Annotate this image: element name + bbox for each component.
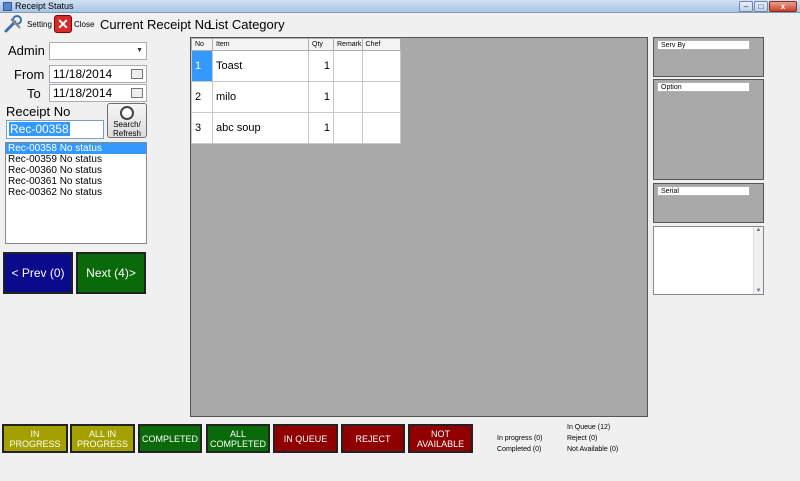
- maximize-button[interactable]: □: [754, 1, 768, 12]
- cell-no[interactable]: 1: [191, 50, 213, 82]
- close-button[interactable]: ✕ Close: [54, 13, 94, 35]
- from-date-picker[interactable]: 11/18/2014: [49, 65, 147, 83]
- setting-label: Setting: [27, 19, 52, 29]
- list-category-menu[interactable]: List Category: [208, 13, 285, 35]
- cell-qty[interactable]: 1: [308, 81, 334, 113]
- admin-label: Admin: [8, 43, 45, 58]
- table-row[interactable]: 3 abc soup 1: [191, 112, 401, 144]
- reject-button[interactable]: REJECT: [341, 424, 405, 453]
- not-available-count: Not Available (0): [567, 446, 619, 453]
- current-receipt-menu[interactable]: Current Receipt No: [100, 13, 211, 35]
- calendar-icon: [131, 88, 143, 98]
- next-button[interactable]: Next (4)>: [76, 252, 146, 294]
- all-completed-label-1: ALL: [229, 428, 246, 439]
- calendar-icon: [131, 69, 143, 79]
- not-available-label-1: NOT: [431, 428, 450, 439]
- list-item[interactable]: Rec-00362 No status: [6, 187, 146, 198]
- cell-chef[interactable]: [361, 81, 401, 113]
- cell-chef[interactable]: [361, 112, 401, 144]
- column-header-chef[interactable]: Chef: [361, 38, 401, 51]
- from-label: From: [14, 67, 45, 82]
- list-item[interactable]: Rec-00358 No status: [6, 143, 146, 154]
- scrollbar[interactable]: ▲ ▼: [753, 227, 763, 294]
- cell-qty[interactable]: 1: [308, 112, 334, 144]
- to-label: To: [27, 86, 41, 101]
- all-in-progress-button[interactable]: ALL IN PROGRESS: [70, 424, 135, 453]
- cell-chef[interactable]: [361, 50, 401, 82]
- admin-select[interactable]: ▼: [49, 42, 147, 60]
- cell-item[interactable]: Toast: [212, 50, 309, 82]
- serial-header[interactable]: Serial: [657, 186, 750, 196]
- column-header-qty[interactable]: Qty: [308, 38, 334, 51]
- list-item[interactable]: Rec-00360 No status: [6, 165, 146, 176]
- toolbar: Setting ✕ Close Current Receipt No List …: [0, 13, 800, 35]
- all-completed-button[interactable]: ALL COMPLETED: [206, 424, 270, 453]
- table-row[interactable]: 1 Toast 1: [191, 50, 401, 82]
- in-queue-count: In Queue (12): [567, 424, 611, 431]
- window-close-button[interactable]: x: [769, 1, 797, 12]
- close-icon: ✕: [54, 15, 72, 33]
- in-progress-button[interactable]: IN PROGRESS: [2, 424, 68, 453]
- column-header-item[interactable]: Item: [212, 38, 309, 51]
- receipt-list[interactable]: Rec-00358 No status Rec-00359 No status …: [5, 142, 147, 244]
- cell-qty[interactable]: 1: [308, 50, 334, 82]
- scroll-up-icon[interactable]: ▲: [754, 227, 763, 233]
- column-header-no[interactable]: No: [191, 38, 213, 51]
- in-progress-count: In progress (0): [497, 435, 543, 442]
- list-item[interactable]: Rec-00359 No status: [6, 154, 146, 165]
- scroll-down-icon[interactable]: ▼: [754, 288, 763, 294]
- from-date-value: 11/18/2014: [53, 67, 113, 81]
- table-row[interactable]: 2 milo 1: [191, 81, 401, 113]
- title-bar: Receipt Status – □ x: [0, 0, 800, 13]
- receipt-no-label: Receipt No: [6, 104, 71, 119]
- cell-no[interactable]: 2: [191, 81, 213, 113]
- reject-count: Reject (0): [567, 435, 598, 442]
- column-header-remark[interactable]: Remark: [333, 38, 363, 51]
- completed-count: Completed (0): [497, 446, 542, 453]
- close-label: Close: [74, 19, 95, 29]
- option-header[interactable]: Option: [657, 82, 750, 92]
- receipt-no-value: Rec-00358: [9, 122, 70, 136]
- prev-button[interactable]: < Prev (0): [3, 252, 73, 294]
- wrench-icon: [4, 15, 22, 33]
- cell-remark[interactable]: [333, 81, 363, 113]
- cell-item[interactable]: abc soup: [212, 112, 309, 144]
- items-grid: No Item Qty Remark Chef 1 Toast 1 2 milo…: [190, 37, 648, 417]
- cell-remark[interactable]: [333, 112, 363, 144]
- to-date-value: 11/18/2014: [53, 86, 113, 100]
- minimize-button[interactable]: –: [739, 1, 753, 12]
- items-table: No Item Qty Remark Chef 1 Toast 1 2 milo…: [191, 38, 401, 144]
- all-in-progress-label-2: PROGRESS: [76, 438, 128, 449]
- search-icon: [120, 106, 134, 120]
- search-refresh-label: Search/ Refresh: [112, 120, 141, 138]
- cell-item[interactable]: milo: [212, 81, 309, 113]
- notes-textarea[interactable]: ▲ ▼: [653, 226, 764, 295]
- search-refresh-button[interactable]: Search/ Refresh: [107, 103, 147, 138]
- serv-by-header[interactable]: Serv By: [657, 40, 750, 50]
- to-date-picker[interactable]: 11/18/2014: [49, 84, 147, 102]
- status-counts-right: In Queue (12) Reject (0) Not Available (…: [567, 422, 618, 455]
- option-panel: Option: [653, 79, 764, 180]
- setting-button[interactable]: Setting: [3, 13, 52, 35]
- not-available-button[interactable]: NOT AVAILABLE: [408, 424, 473, 453]
- status-counts-left: In progress (0) Completed (0): [497, 433, 543, 455]
- in-queue-button[interactable]: IN QUEUE: [273, 424, 338, 453]
- not-available-label-2: AVAILABLE: [416, 438, 465, 449]
- chevron-down-icon: ▼: [136, 47, 143, 54]
- serv-by-panel: Serv By: [653, 37, 764, 77]
- window-title: Receipt Status: [15, 1, 74, 11]
- cell-no[interactable]: 3: [191, 112, 213, 144]
- all-in-progress-label-1: ALL IN: [88, 428, 117, 439]
- receipt-no-input[interactable]: Rec-00358: [6, 120, 104, 139]
- completed-button[interactable]: COMPLETED: [138, 424, 202, 453]
- app-icon: [3, 2, 12, 11]
- all-completed-label-2: COMPLETED: [209, 438, 266, 449]
- list-item[interactable]: Rec-00361 No status: [6, 176, 146, 187]
- serial-panel: Serial: [653, 183, 764, 223]
- cell-remark[interactable]: [333, 50, 363, 82]
